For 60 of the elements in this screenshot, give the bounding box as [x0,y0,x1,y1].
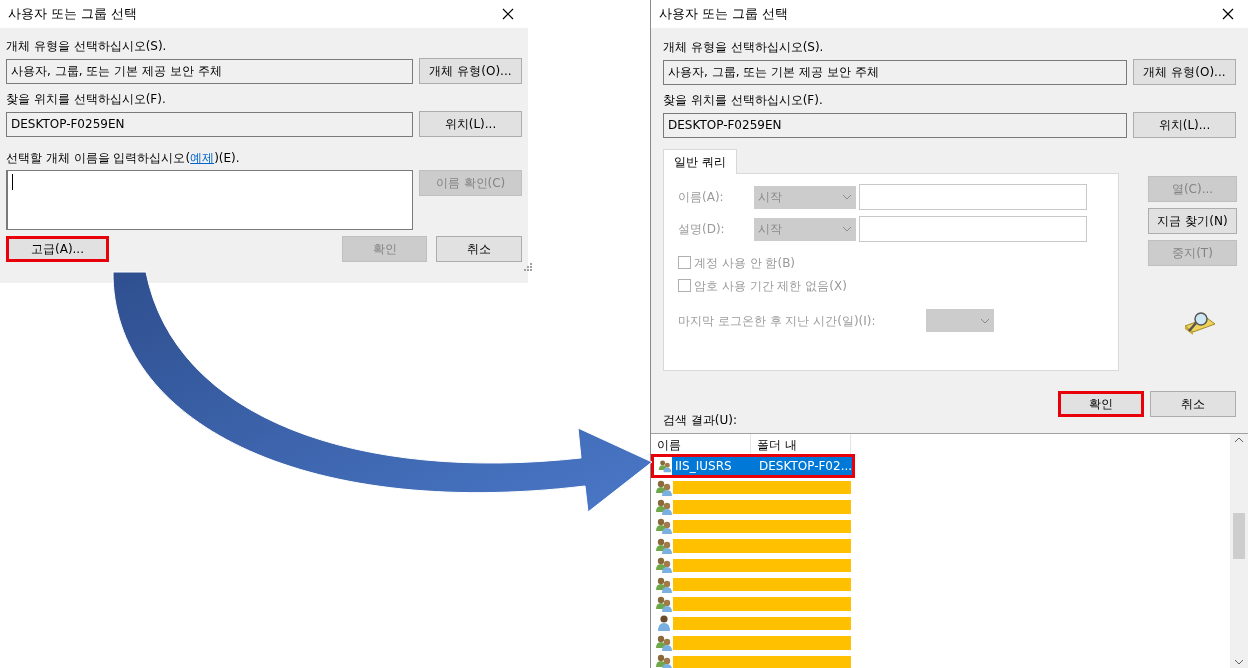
group-icon [655,633,673,652]
group-icon [655,498,673,517]
group-icon [655,478,673,497]
field-label: 이름(A): [678,189,725,206]
window-title: 사용자 또는 그룹 선택 [8,4,137,23]
query-input-field[interactable] [859,216,1087,242]
query-button[interactable]: 지금 찾기(N) [1148,208,1237,234]
resize-grip-icon [523,262,532,271]
result-row[interactable]: IIS_IUSRS DESKTOP-F02... [651,454,855,478]
column-header[interactable]: 이름 [651,434,751,454]
object-types-button[interactable]: 개체 유형(O)... [419,58,522,84]
scrollbar[interactable] [1230,434,1248,668]
group-icon [655,595,673,614]
results-label: 검색 결과(U): [662,412,738,429]
chevron-down-icon [980,317,990,324]
group-icon [655,517,673,536]
chevron-up-icon [1234,437,1244,443]
field-label: 설명(D): [678,221,726,238]
group-icon [655,575,673,594]
query-input-field[interactable] [859,184,1087,210]
location-field: DESKTOP-F0259EN [663,112,1127,138]
advanced-button[interactable]: 고급(A)... [6,236,109,262]
close-icon [1222,8,1234,20]
group-icon [655,556,673,575]
examples-link[interactable]: 예제 [190,151,215,165]
chevron-down-icon [842,226,852,232]
text-cursor [12,174,13,190]
field-label: 마지막 로그온한 후 지난 시간(일)(I): [678,312,877,330]
ok-button[interactable]: 확인 [1058,391,1144,417]
object-types-button[interactable]: 개체 유형(O)... [1133,59,1236,85]
tab[interactable]: 일반 쿼리 [663,149,737,174]
object-names-field[interactable] [6,170,413,230]
chevron-down-icon [1234,659,1244,665]
dropdown-value: 시작 [758,189,782,206]
locations-button[interactable]: 위치(L)... [1133,112,1236,138]
chevron-down-icon [842,194,852,200]
group-icon [655,536,673,555]
locations-button[interactable]: 위치(L)... [419,111,522,137]
window-title: 사용자 또는 그룹 선택 [659,4,788,23]
location-field: DESKTOP-F0259EN [6,111,413,137]
scrollbar-thumb[interactable] [1233,513,1245,559]
cancel-button[interactable]: 취소 [436,236,522,262]
object-type-field: 사용자, 그룹, 또는 기본 제공 보안 주체 [663,59,1127,85]
table-cell: IIS_IUSRS [672,457,756,475]
field-label: 개체 유형을 선택하십시오(S). [663,39,825,56]
group-icon [655,653,673,668]
object-type-field: 사용자, 그룹, 또는 기본 제공 보안 주체 [6,58,413,84]
instruction-text: 선택할 개체 이름을 입력하십시오(예제)(E). [6,150,241,167]
user-icon [655,614,673,633]
checkbox-label: 암호 사용 기간 제한 없음(X) [694,277,847,295]
table-cell: DESKTOP-F02... [756,457,852,475]
column-header[interactable]: 폴더 내 [751,434,851,454]
field-label: 찾을 위치를 선택하십시오(F). [6,91,167,108]
field-label: 개체 유형을 선택하십시오(S). [6,38,168,55]
checkbox-label: 계정 사용 안 함(B) [694,254,796,272]
dropdown-value: 시작 [758,221,782,238]
close-icon [502,8,514,20]
group-icon [658,457,672,475]
cancel-button[interactable]: 취소 [1150,391,1236,417]
field-label: 찾을 위치를 선택하십시오(F). [663,92,824,109]
